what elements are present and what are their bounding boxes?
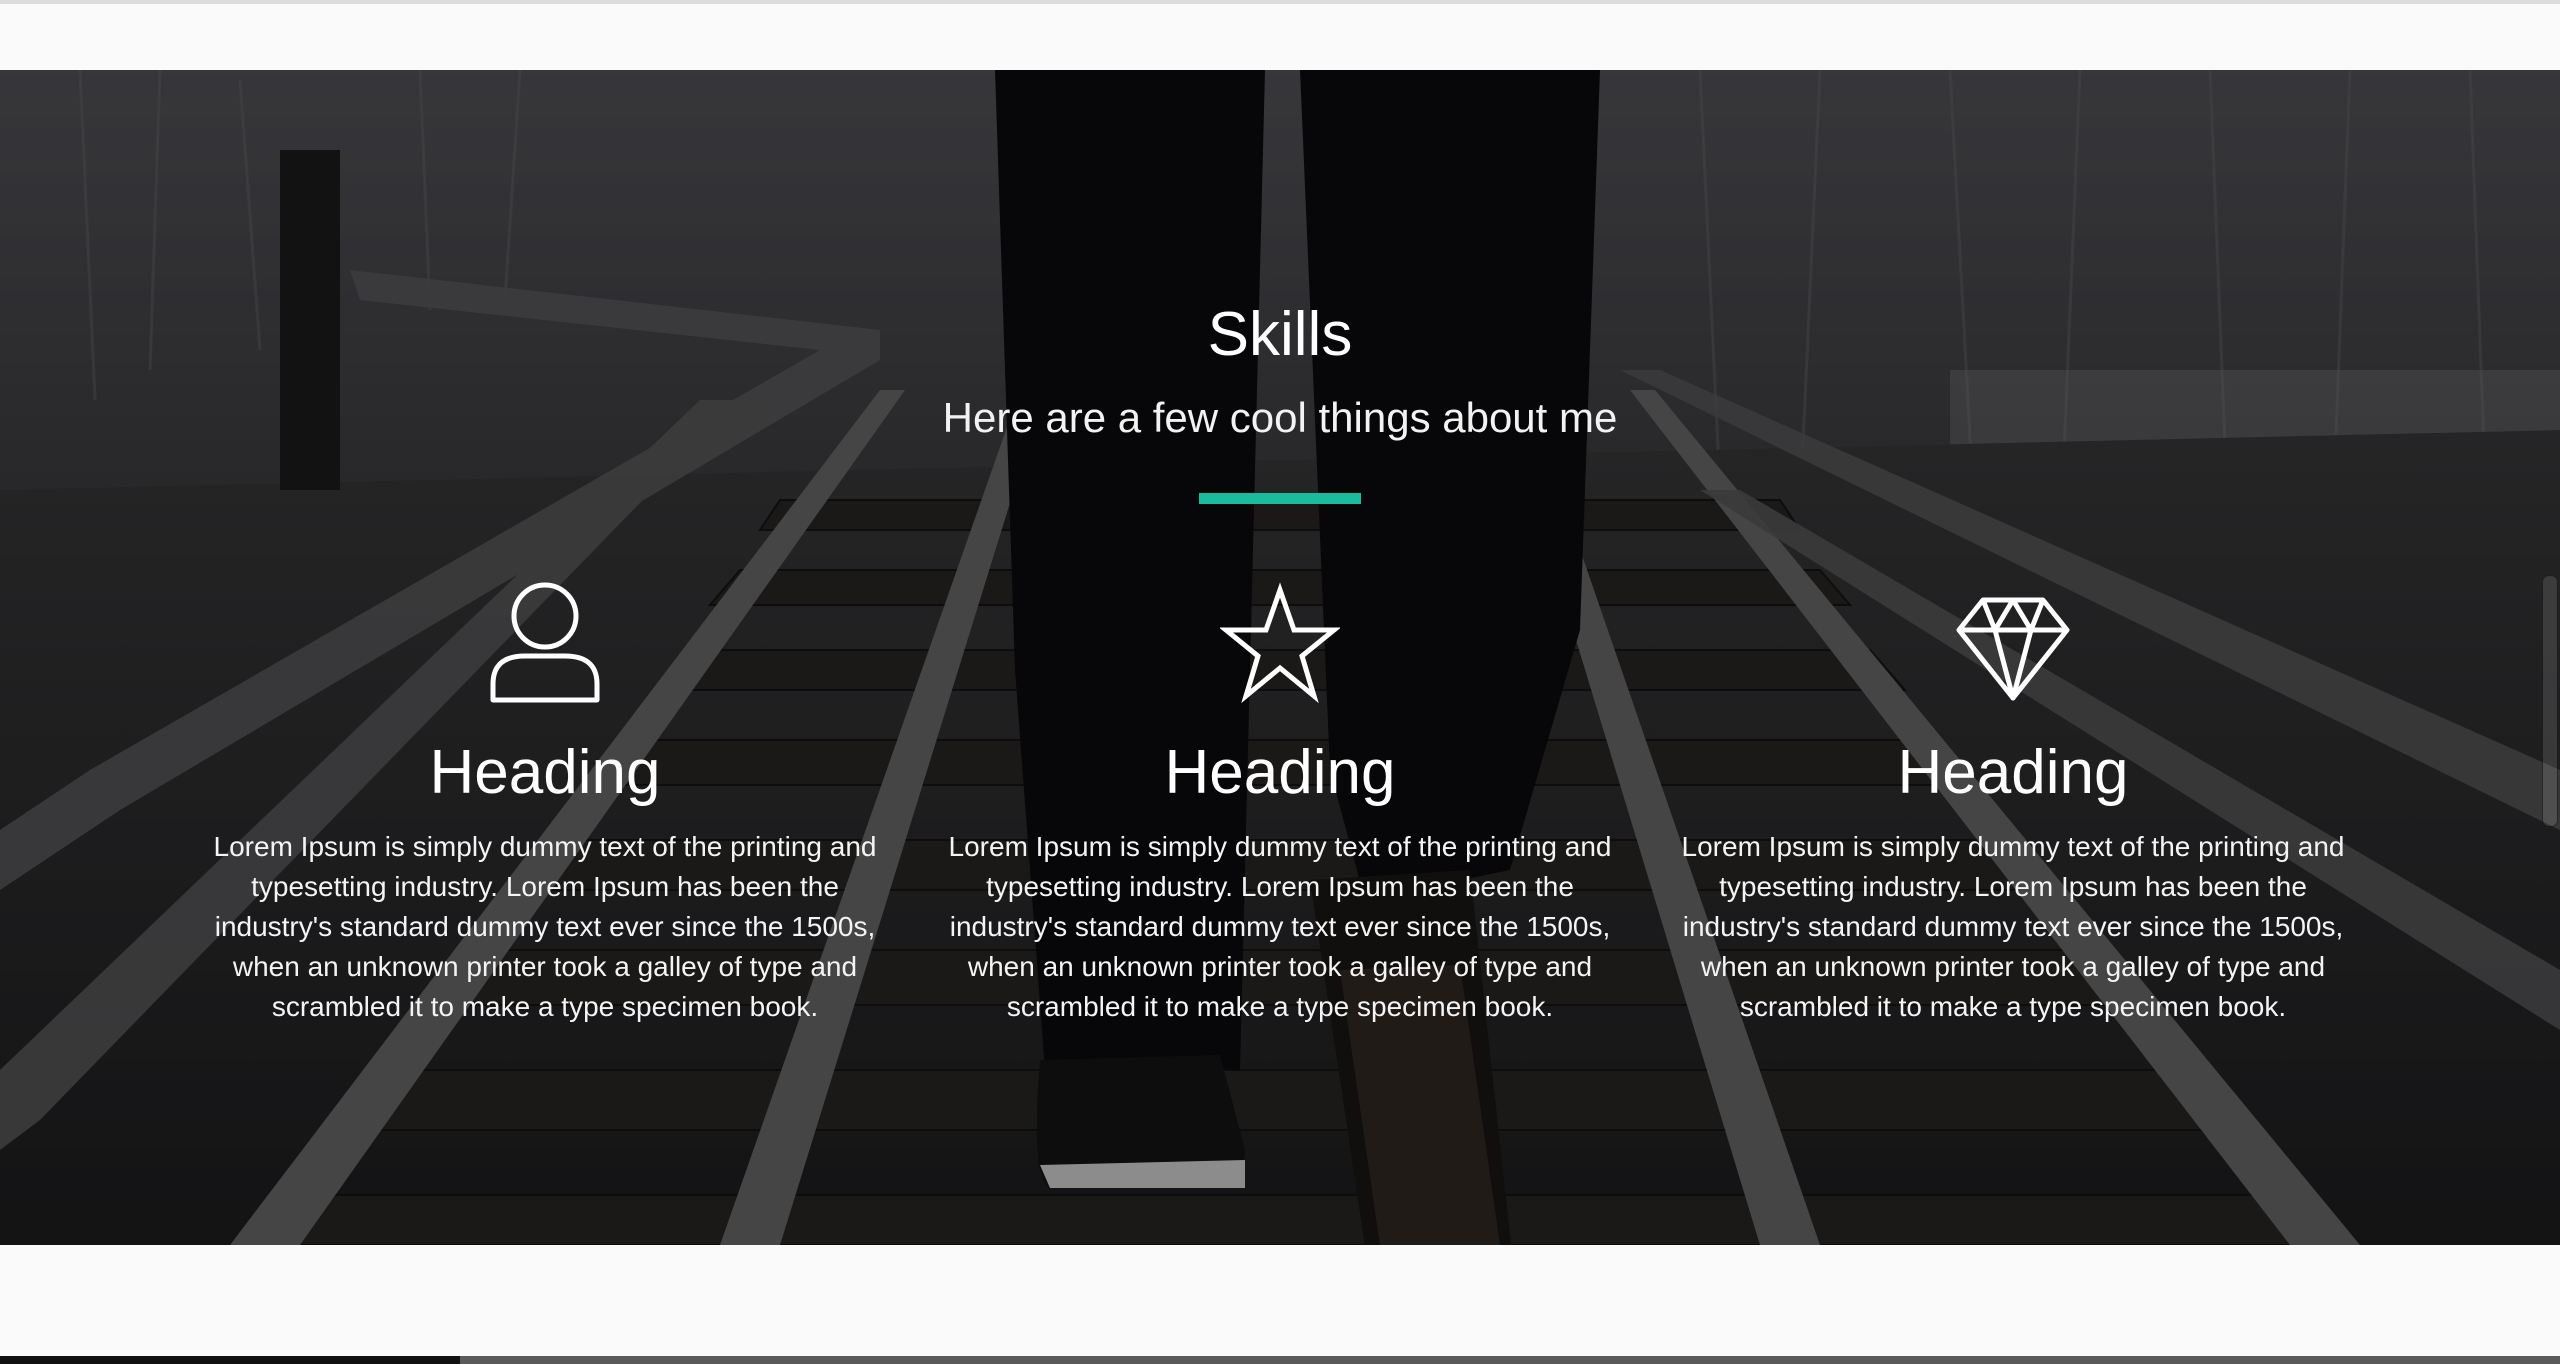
- top-bar: [0, 4, 2560, 70]
- skill-description: Lorem Ipsum is simply dummy text of the …: [948, 831, 1612, 1022]
- star-icon: [940, 580, 1620, 704]
- skill-heading: Heading: [1897, 738, 2129, 807]
- skill-description: Lorem Ipsum is simply dummy text of the …: [1681, 831, 2345, 1022]
- skill-card: Heading Lorem Ipsum is simply dummy text…: [940, 70, 1620, 1245]
- skills-section: Skills Here are a few cool things about …: [0, 70, 2560, 1245]
- skill-heading: Heading: [429, 738, 661, 807]
- skill-card: Heading Lorem Ipsum is simply dummy text…: [205, 70, 885, 1245]
- skill-heading: Heading: [1164, 738, 1396, 807]
- skills-content: Skills Here are a few cool things about …: [0, 70, 2560, 1245]
- window-bottom-edge-dark: [0, 1356, 460, 1364]
- scrollbar-thumb[interactable]: [2542, 575, 2558, 827]
- user-icon: [205, 580, 885, 704]
- page: Skills Here are a few cool things about …: [0, 0, 2560, 1364]
- skill-description: Lorem Ipsum is simply dummy text of the …: [213, 831, 877, 1022]
- skill-card: Heading Lorem Ipsum is simply dummy text…: [1673, 70, 2353, 1245]
- diamond-icon: [1673, 580, 2353, 704]
- bottom-bar: [0, 1245, 2560, 1358]
